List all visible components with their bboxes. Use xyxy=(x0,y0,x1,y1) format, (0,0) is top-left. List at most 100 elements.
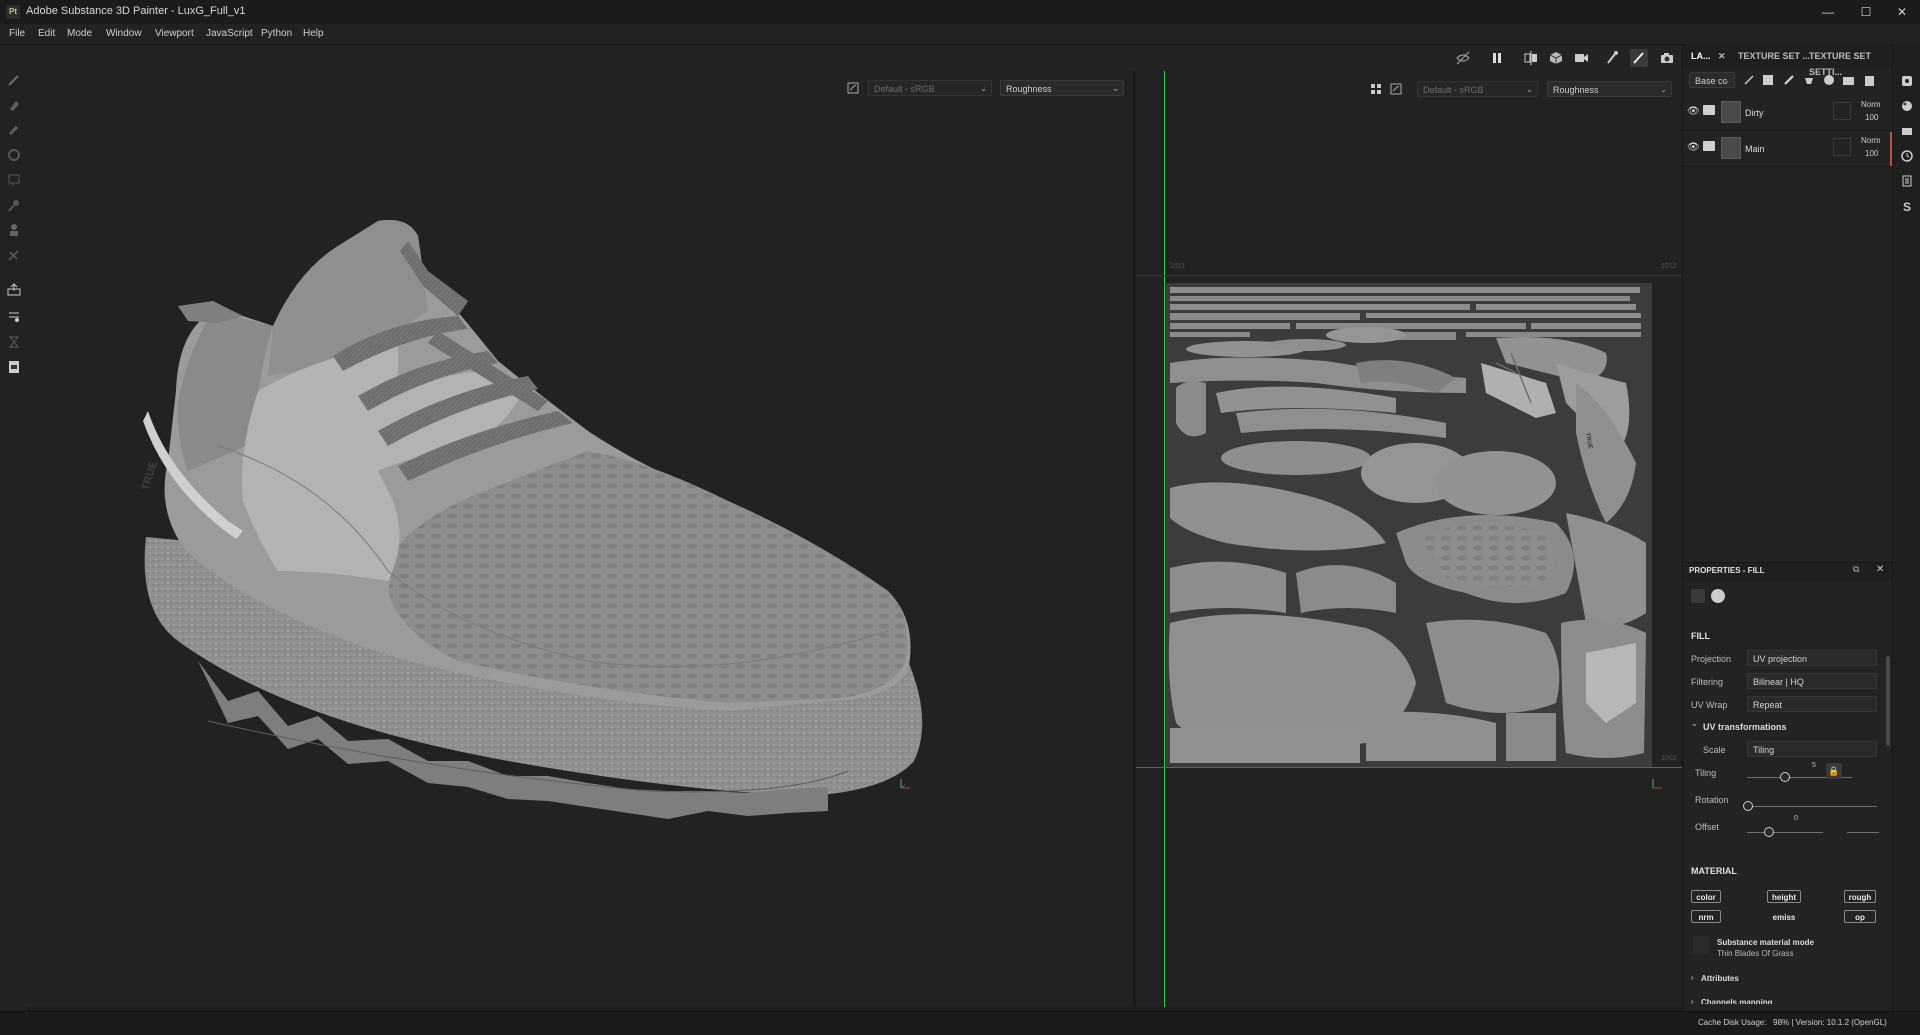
hide-icon[interactable] xyxy=(1454,49,1472,67)
substance-share-icon[interactable]: S xyxy=(1900,199,1914,214)
viewport-3d[interactable]: Default - sRGB ⌄ Roughness ⌄ TRUE xyxy=(28,71,1133,1007)
paint-tool-icon[interactable] xyxy=(5,71,23,89)
shoe-brand-text: TRUE xyxy=(139,460,160,492)
material-chip-nrm[interactable]: nrm xyxy=(1691,910,1721,923)
scale-label: Scale xyxy=(1703,745,1726,755)
colorspace-dropdown-2d[interactable]: Default - sRGB ⌄ xyxy=(1417,81,1538,97)
close-panel-icon[interactable]: ✕ xyxy=(1876,564,1884,575)
filtering-field[interactable]: Bilinear | HQ xyxy=(1747,673,1877,689)
close-tab-icon[interactable]: ✕ xyxy=(1718,48,1726,64)
material-sphere-icon[interactable] xyxy=(1711,589,1725,603)
maximize-button[interactable]: ☐ xyxy=(1848,2,1884,22)
projection-field[interactable]: UV projection xyxy=(1747,650,1877,666)
eye-icon[interactable]: 👁 xyxy=(1687,106,1700,117)
properties-scrollbar[interactable] xyxy=(1886,656,1890,746)
layer-name[interactable]: Dirty xyxy=(1745,108,1764,118)
material-chip-emiss[interactable]: emiss xyxy=(1767,910,1801,923)
rotation-slider-handle[interactable] xyxy=(1743,801,1753,811)
uvwrap-field[interactable]: Repeat xyxy=(1747,696,1877,712)
menu-javascript[interactable]: JavaScript xyxy=(206,28,253,39)
uv-settings-icon[interactable] xyxy=(1369,82,1383,96)
viewport-settings-icon[interactable] xyxy=(1389,82,1403,96)
uv-layout-map[interactable]: TRUE xyxy=(1166,283,1652,767)
menu-viewport[interactable]: Viewport xyxy=(155,28,194,39)
camera-video-icon[interactable] xyxy=(1572,49,1590,67)
udim-label: 1012 xyxy=(1661,263,1677,270)
menu-file[interactable]: File xyxy=(9,28,25,39)
material-chip-color[interactable]: color xyxy=(1691,890,1721,903)
channel-select[interactable]: Base cc ⌄ xyxy=(1689,72,1735,88)
clone-tool-icon[interactable] xyxy=(5,196,23,214)
material-mode-value[interactable]: Thin Blades Of Grass xyxy=(1717,949,1793,958)
app-logo: Pt xyxy=(6,5,20,19)
history-icon[interactable] xyxy=(1900,149,1914,163)
float-panel-icon[interactable]: ⧉ xyxy=(1853,564,1859,575)
shoe-model-render[interactable]: TRUE xyxy=(28,71,1133,1007)
mask-slot[interactable] xyxy=(1833,138,1851,156)
shader-settings-icon[interactable] xyxy=(1900,99,1914,113)
offset-slider-track[interactable] xyxy=(1747,832,1823,833)
export-document-icon[interactable] xyxy=(5,358,23,376)
menu-edit[interactable]: Edit xyxy=(38,28,55,39)
screenshot-camera-icon[interactable] xyxy=(1658,49,1676,67)
attributes-section[interactable]: Attributes xyxy=(1701,974,1739,983)
polygon-fill-icon[interactable] xyxy=(5,246,23,264)
pause-icon[interactable] xyxy=(1488,49,1506,67)
scale-field[interactable]: Tiling xyxy=(1747,741,1877,757)
paint-brush-icon[interactable] xyxy=(1630,49,1648,67)
material-chip-op[interactable]: op xyxy=(1844,910,1876,923)
properties-title: PROPERTIES - FILL xyxy=(1689,566,1765,575)
fill-settings-icon[interactable] xyxy=(1691,589,1705,603)
menu-python[interactable]: Python xyxy=(261,28,292,39)
chevron-right-icon[interactable]: › xyxy=(1691,973,1694,982)
offset-slider-handle[interactable] xyxy=(1764,827,1775,837)
material-chip-height[interactable]: height xyxy=(1767,890,1801,903)
viewport-2d-uv[interactable]: Default - sRGB ⌄ Roughness ⌄ 1011 1012 1… xyxy=(1136,71,1682,1007)
minimize-button[interactable]: — xyxy=(1810,2,1846,22)
display-settings-icon[interactable] xyxy=(1900,74,1914,88)
chevron-down-icon[interactable]: ⌄ xyxy=(1691,719,1698,728)
blend-mode[interactable]: Norm xyxy=(1861,136,1881,145)
close-window-button[interactable]: ✕ xyxy=(1884,2,1920,22)
tab-texture-set-settings[interactable]: TEXTURE SET SETTI... xyxy=(1809,48,1893,77)
mask-slot[interactable] xyxy=(1833,102,1851,120)
blend-mode[interactable]: Norm xyxy=(1861,100,1881,109)
tiling-slider-handle[interactable] xyxy=(1779,772,1790,782)
channels-mapping-section[interactable]: Channels mapping xyxy=(1701,998,1773,1004)
layer-row-main[interactable]: 👁 Main Norm 100 xyxy=(1683,132,1893,167)
camera-settings-icon[interactable] xyxy=(1900,124,1914,138)
light-icon[interactable] xyxy=(1603,49,1621,67)
tab-layers[interactable]: LA... xyxy=(1691,48,1711,64)
right-icon-strip: S xyxy=(1892,44,1920,1011)
folder-icon xyxy=(1703,141,1715,151)
substance-material-thumbnail[interactable] xyxy=(1693,936,1709,954)
offset-slider-track-v[interactable] xyxy=(1847,832,1879,833)
layer-opacity[interactable]: 100 xyxy=(1865,113,1878,122)
menu-mode[interactable]: Mode xyxy=(67,28,92,39)
material-picker-icon[interactable] xyxy=(5,221,23,239)
smudge-tool-icon[interactable] xyxy=(5,171,23,189)
color-picker-icon[interactable] xyxy=(5,307,23,325)
geometry-fill-icon[interactable] xyxy=(5,146,23,164)
projection-tool-icon[interactable] xyxy=(5,121,23,139)
bake-tool-icon[interactable] xyxy=(5,281,23,299)
layer-name[interactable]: Main xyxy=(1745,144,1765,154)
menu-window[interactable]: Window xyxy=(106,28,142,39)
log-icon[interactable] xyxy=(1900,174,1914,188)
uv-transformations-header[interactable]: UV transformations xyxy=(1703,722,1787,732)
menu-help[interactable]: Help xyxy=(303,28,324,39)
rotation-slider-track[interactable] xyxy=(1747,806,1877,807)
measure-tool-icon[interactable] xyxy=(5,333,23,351)
eraser-tool-icon[interactable] xyxy=(5,96,23,114)
layer-thumbnail xyxy=(1721,137,1741,159)
channel-dropdown-2d[interactable]: Roughness ⌄ xyxy=(1547,81,1672,97)
chevron-right-icon[interactable]: › xyxy=(1691,997,1694,1006)
layer-row-dirty[interactable]: 👁 Dirty Norm 100 xyxy=(1683,96,1893,131)
material-chip-rough[interactable]: rough xyxy=(1844,890,1876,903)
eye-icon[interactable]: 👁 xyxy=(1687,142,1700,153)
symmetry-icon[interactable] xyxy=(1522,49,1540,67)
cube-view-icon[interactable] xyxy=(1547,49,1565,67)
layer-opacity[interactable]: 100 xyxy=(1865,149,1878,158)
tab-texture-set-list[interactable]: TEXTURE SET ... xyxy=(1738,48,1810,64)
lock-icon[interactable]: 🔒 xyxy=(1826,763,1842,779)
